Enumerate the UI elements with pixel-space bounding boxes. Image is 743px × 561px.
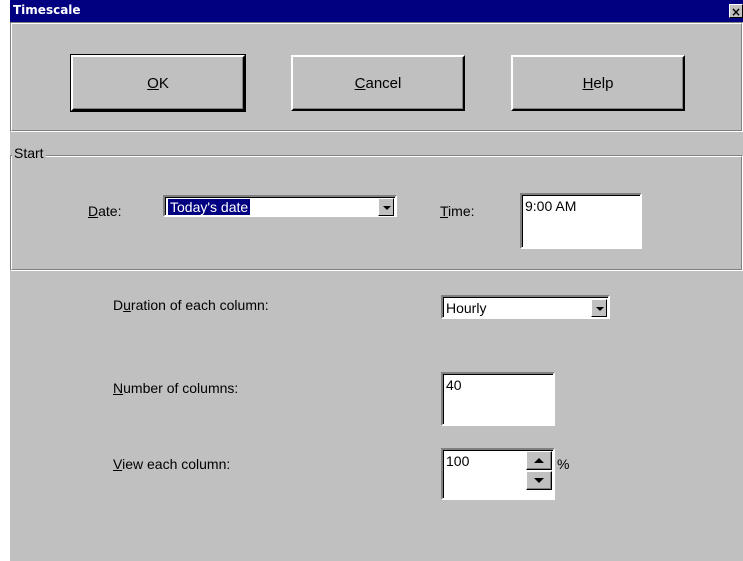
percent-unit: % (557, 456, 570, 472)
start-group-label: Start (12, 145, 46, 161)
duration-label: Duration of each column: (113, 297, 269, 313)
chevron-down-icon (596, 307, 604, 311)
view-label: View each column: (113, 456, 231, 472)
duration-dropdown-button[interactable] (591, 299, 607, 317)
date-combobox[interactable]: Today's date (163, 195, 397, 217)
time-input[interactable]: 9:00 AM (520, 193, 642, 249)
arrow-down-icon (534, 478, 544, 483)
cancel-button[interactable]: Cancel (291, 55, 465, 111)
button-panel: OK Cancel Help (10, 22, 743, 132)
arrow-up-icon (534, 458, 544, 463)
cancel-mnemonic: C (354, 74, 366, 92)
ok-mnemonic: O (147, 74, 159, 92)
date-dropdown-button[interactable] (378, 198, 394, 216)
spin-up-button[interactable] (526, 451, 552, 470)
ok-button[interactable]: OK (70, 54, 246, 112)
timescale-dialog: Timescale × OK Cancel Help Start Date: T… (10, 0, 743, 561)
time-label: Time: (440, 203, 475, 219)
help-label: elp (593, 74, 614, 92)
cancel-label: ancel (365, 74, 402, 92)
window-title: Timescale (13, 3, 81, 17)
chevron-down-icon (383, 206, 391, 210)
duration-value: Hourly (446, 300, 487, 316)
duration-combobox[interactable]: Hourly (441, 295, 610, 319)
spin-down-button[interactable] (526, 471, 552, 490)
columns-value: 40 (446, 377, 462, 393)
help-button[interactable]: Help (511, 55, 685, 111)
date-label: Date: (88, 203, 122, 219)
columns-input[interactable]: 40 (441, 372, 555, 426)
columns-label: Number of columns: (113, 380, 239, 396)
help-mnemonic: H (582, 74, 594, 92)
date-value: Today's date (168, 199, 251, 215)
close-icon[interactable]: × (729, 4, 743, 19)
time-value: 9:00 AM (525, 198, 577, 214)
view-value: 100 (446, 453, 470, 469)
title-bar[interactable]: Timescale × (10, 0, 743, 22)
ok-label: K (158, 74, 169, 92)
